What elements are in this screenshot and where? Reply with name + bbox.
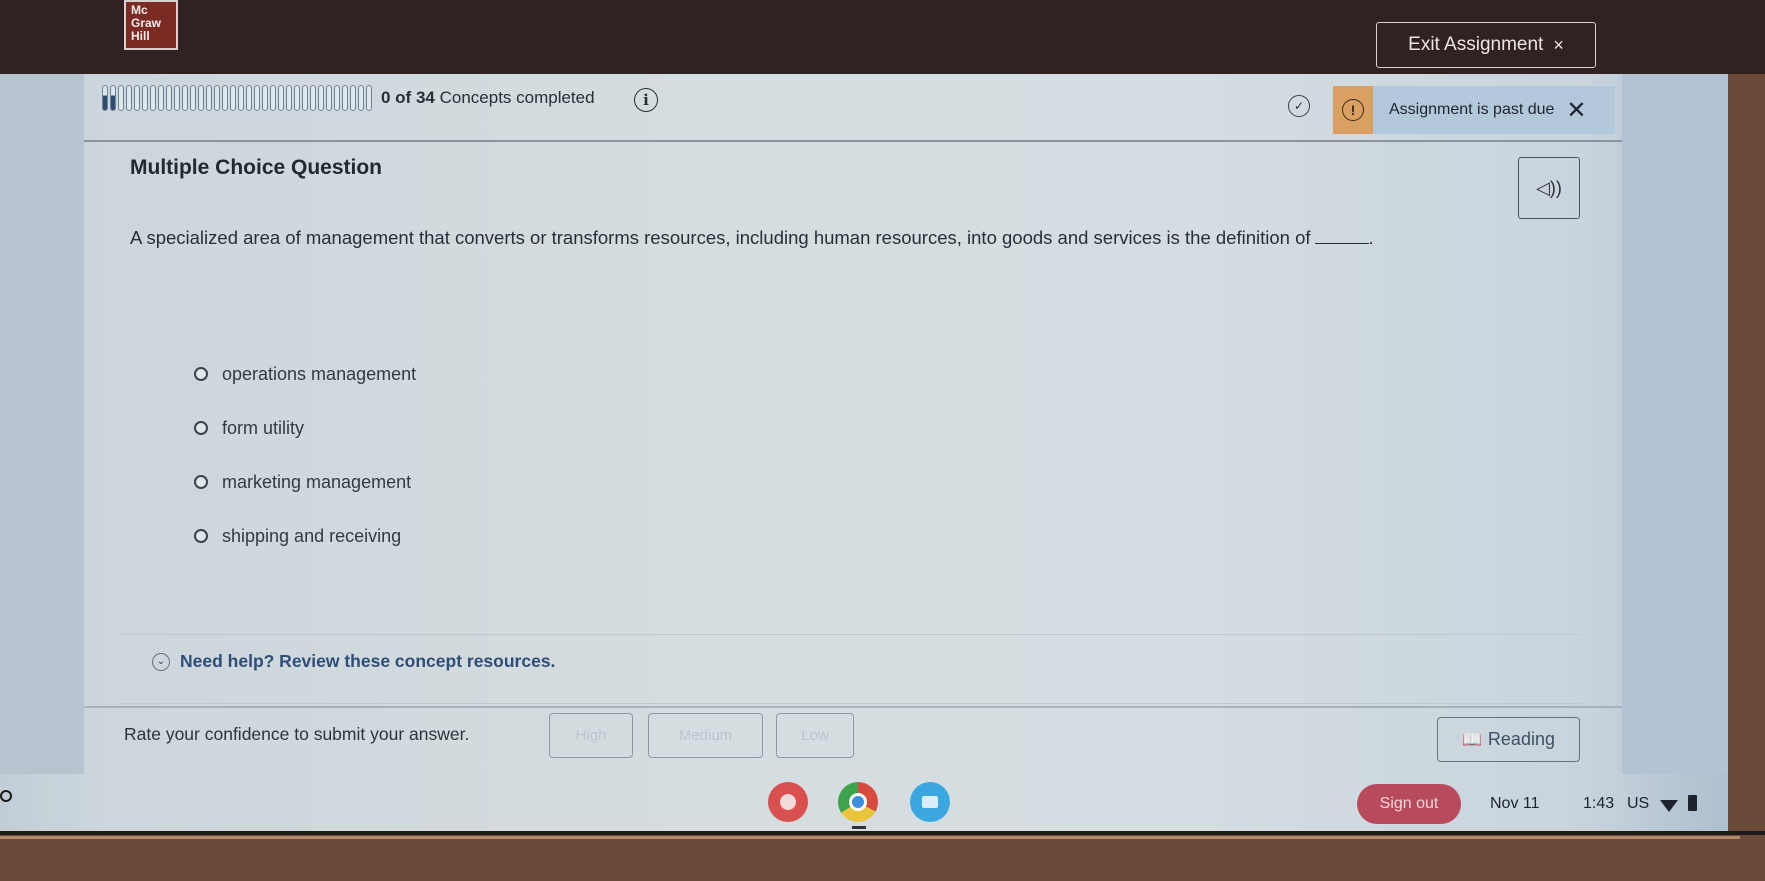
radio-button[interactable] — [194, 367, 208, 381]
concepts-completed-text: 0 of 34 Concepts completed — [381, 88, 595, 108]
chat-app-icon[interactable] — [768, 782, 808, 822]
chrome-icon[interactable] — [838, 782, 878, 822]
concepts-progress-bar — [102, 84, 372, 112]
question-type-title: Multiple Choice Question — [130, 156, 383, 179]
close-alert-icon[interactable]: ✕ — [1566, 96, 1586, 125]
left-margin — [0, 74, 84, 774]
alert-icon-box: ! — [1333, 86, 1373, 134]
progress-segment — [118, 85, 124, 111]
launcher-icon[interactable] — [0, 790, 12, 802]
confidence-medium-button[interactable]: Medium — [648, 713, 763, 758]
progress-segment — [238, 85, 244, 111]
battery-icon[interactable] — [1688, 795, 1697, 811]
classroom-app-icon[interactable] — [910, 782, 950, 822]
progress-segment — [110, 85, 116, 111]
wifi-icon[interactable] — [1660, 800, 1678, 812]
progress-segment — [198, 85, 204, 111]
chevron-down-icon: ⌄ — [152, 652, 170, 671]
book-icon: 📖 — [1462, 731, 1482, 749]
input-method[interactable]: US — [1627, 795, 1649, 813]
progress-segment — [166, 85, 172, 111]
exclamation-icon: ! — [1342, 99, 1364, 121]
progress-segment — [126, 85, 132, 111]
answer-options: operations management form utility marke… — [194, 347, 416, 563]
answer-option[interactable]: marketing management — [194, 455, 416, 509]
progress-segment — [102, 85, 108, 111]
mcgraw-hill-logo: Mc Graw Hill — [124, 0, 178, 50]
header-divider — [84, 140, 1622, 142]
exit-assignment-label: Exit Assignment — [1408, 34, 1544, 55]
progress-segment — [246, 85, 252, 111]
bezel-edge — [0, 836, 1740, 839]
footer-divider — [84, 706, 1622, 708]
progress-segment — [182, 85, 188, 111]
confidence-high-button[interactable]: High — [549, 713, 633, 758]
question-text: A specialized area of management that co… — [130, 227, 1374, 249]
progress-segment — [326, 85, 332, 111]
confidence-prompt: Rate your confidence to submit your answ… — [124, 724, 470, 744]
exit-assignment-button[interactable]: Exit Assignment × — [1376, 22, 1596, 68]
read-aloud-button[interactable]: ◁)) — [1518, 157, 1580, 219]
checkmark-circle-icon[interactable]: ✓ — [1288, 95, 1310, 117]
reading-button[interactable]: 📖 Reading — [1437, 717, 1580, 762]
progress-segment — [214, 85, 220, 111]
close-icon: × — [1553, 34, 1564, 55]
logo-line: Hill — [131, 29, 150, 43]
option-label: form utility — [222, 417, 305, 438]
info-icon[interactable]: i — [634, 88, 658, 112]
past-due-message: Assignment is past due — [1389, 101, 1555, 118]
option-label: operations management — [222, 363, 417, 384]
confidence-low-button[interactable]: Low — [776, 713, 854, 758]
progress-segment — [358, 85, 364, 111]
progress-segment — [342, 85, 348, 111]
progress-segment — [366, 85, 372, 111]
top-header: Mc Graw Hill Exit Assignment × — [0, 0, 1765, 74]
right-margin — [1622, 74, 1728, 774]
progress-segment — [262, 85, 268, 111]
question-stem: A specialized area of management that co… — [130, 227, 1311, 248]
progress-segment — [254, 85, 260, 111]
progress-segment — [334, 85, 340, 111]
progress-segment — [158, 85, 164, 111]
progress-segment — [134, 85, 140, 111]
reading-label: Reading — [1487, 729, 1555, 749]
answer-option[interactable]: shipping and receiving — [194, 509, 416, 563]
progress-segment — [222, 85, 228, 111]
tray-date[interactable]: Nov 11 — [1490, 795, 1540, 813]
progress-segment — [318, 85, 324, 111]
concept-resources-link[interactable]: Need help? Review these concept resource… — [180, 651, 555, 672]
progress-segment — [230, 85, 236, 111]
progress-segment — [270, 85, 276, 111]
progress-segment — [174, 85, 180, 111]
progress-segment — [142, 85, 148, 111]
progress-segment — [294, 85, 300, 111]
active-app-indicator — [852, 826, 866, 829]
sign-out-button[interactable]: Sign out — [1357, 784, 1461, 824]
progress-segment — [206, 85, 212, 111]
progress-segment — [350, 85, 356, 111]
speaker-icon: ◁)) — [1536, 177, 1562, 198]
concept-resources-toggle[interactable]: ⌄ Need help? Review these concept resour… — [152, 651, 555, 672]
progress-segment — [150, 85, 156, 111]
option-label: marketing management — [222, 471, 412, 492]
progress-segment — [278, 85, 284, 111]
radio-button[interactable] — [194, 421, 208, 435]
progress-segment — [302, 85, 308, 111]
progress-segment — [190, 85, 196, 111]
answer-option[interactable]: operations management — [194, 347, 416, 401]
past-due-alert: ! Assignment is past due ✕ — [1333, 86, 1615, 134]
tray-time[interactable]: 1:43 — [1583, 795, 1614, 813]
progress-segment — [310, 85, 316, 111]
radio-button[interactable] — [194, 529, 208, 543]
radio-button[interactable] — [194, 475, 208, 489]
past-due-message-box: Assignment is past due ✕ — [1373, 86, 1615, 134]
option-label: shipping and receiving — [222, 525, 402, 546]
question-period: . — [1368, 227, 1374, 248]
answer-blank — [1314, 243, 1369, 244]
answer-option[interactable]: form utility — [194, 401, 416, 455]
progress-segment — [286, 85, 292, 111]
concepts-count: 0 of 34 — [381, 88, 435, 107]
concepts-label: Concepts completed — [439, 88, 595, 107]
